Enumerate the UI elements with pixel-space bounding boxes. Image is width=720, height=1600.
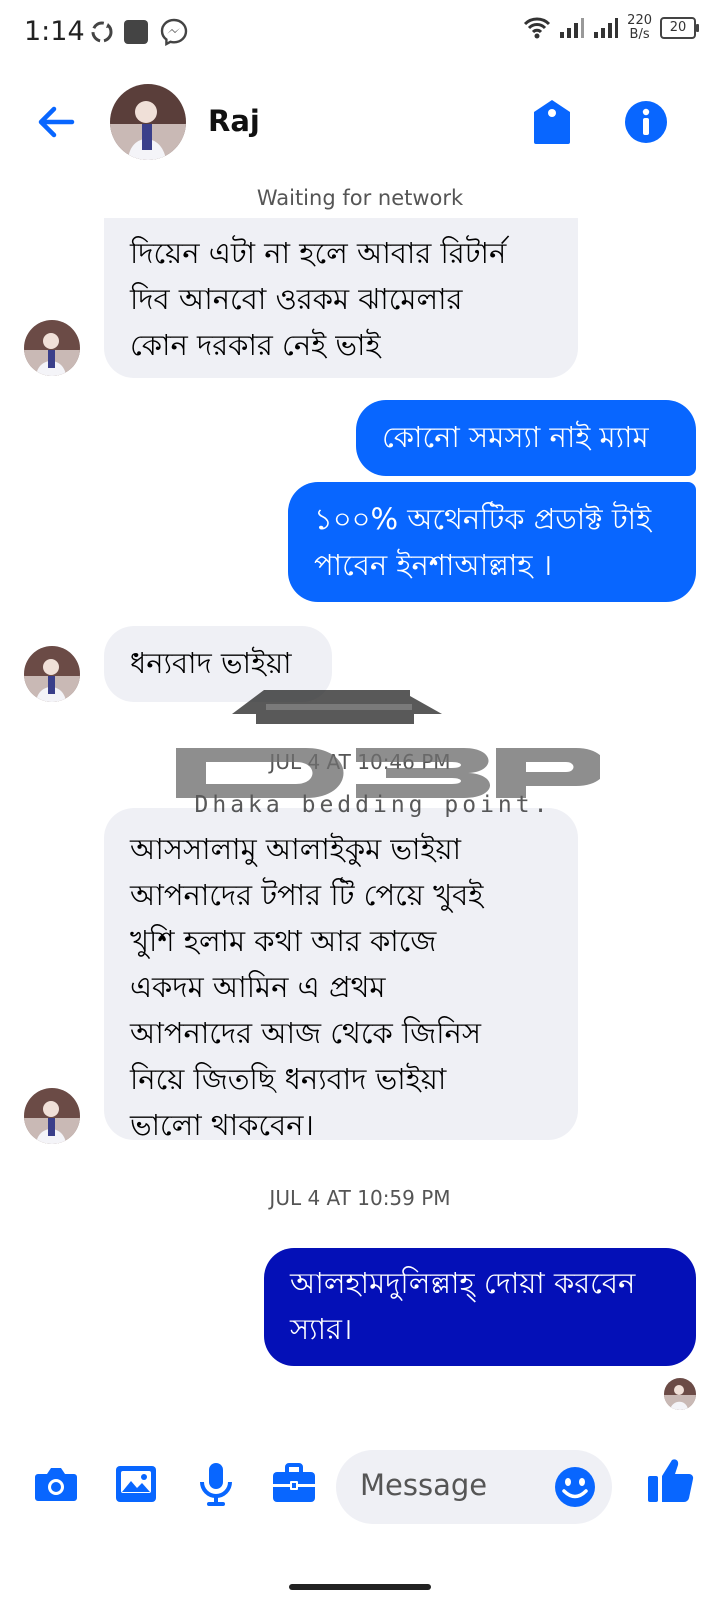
message-line: আসসালামু আলাইকুম ভাইয়া bbox=[130, 832, 462, 866]
message-bubble-outgoing[interactable]: আলহামদুলিল্লাহ্‌ দোয়া করবেন স্যার। bbox=[264, 1248, 696, 1366]
message-line: স্যার। bbox=[290, 1312, 353, 1346]
tag-icon[interactable] bbox=[530, 98, 574, 146]
message-line: কোন দরকার নেই ভাই bbox=[130, 328, 381, 362]
message-line: খুশি হলাম কথা আর কাজে bbox=[130, 924, 437, 958]
message-line: দিয়েন এটা না হলে আবার রিটার্ন bbox=[130, 236, 507, 270]
message-line: ভালো থাকবেন। bbox=[130, 1108, 314, 1142]
message-line: একদম আমিন এ প্রথম bbox=[130, 970, 386, 1004]
home-indicator[interactable] bbox=[289, 1584, 431, 1590]
emoji-icon[interactable] bbox=[554, 1466, 596, 1508]
status-time: 1:14 bbox=[24, 16, 85, 47]
signal-sim1-icon bbox=[560, 18, 585, 38]
microphone-icon[interactable] bbox=[192, 1460, 240, 1508]
network-speed-unit: B/s bbox=[629, 27, 650, 42]
message-line: আপনাদের আজ থেকে জিনিস bbox=[130, 1016, 481, 1050]
contact-avatar[interactable] bbox=[110, 84, 186, 160]
message-composer: Message bbox=[0, 1430, 720, 1540]
message-line: ১০০% অথেনটিক প্রডাক্ট টাই bbox=[314, 502, 652, 536]
contact-avatar-small[interactable] bbox=[24, 1088, 80, 1144]
seen-receipt-avatar bbox=[664, 1378, 696, 1410]
watermark-logo: Dhaka bedding point. bbox=[146, 670, 606, 830]
contact-avatar-small[interactable] bbox=[24, 646, 80, 702]
messenger-icon bbox=[160, 18, 188, 46]
contact-avatar-small[interactable] bbox=[24, 320, 80, 376]
message-line: পাবেন ইনশাআল্লাহ । bbox=[314, 548, 553, 582]
message-input[interactable]: Message bbox=[336, 1450, 612, 1524]
camera-icon[interactable] bbox=[32, 1460, 80, 1508]
message-bubble-incoming[interactable]: আসসালামু আলাইকুম ভাইয়া আপনাদের টপার টি … bbox=[104, 808, 578, 1142]
wifi-icon bbox=[524, 17, 551, 39]
message-bubble-outgoing[interactable]: কোনো সমস্যা নাই ম্যাম bbox=[356, 400, 696, 476]
message-bubble-incoming[interactable]: দিয়েন এটা না হলে আবার রিটার্ন দিব আনবো … bbox=[104, 218, 578, 378]
contact-name[interactable]: Raj bbox=[208, 104, 260, 138]
chat-header: Raj bbox=[0, 72, 720, 172]
message-line: নিয়ে জিতছি ধন্যবাদ ভাইয়া bbox=[130, 1062, 447, 1096]
briefcase-icon[interactable] bbox=[270, 1460, 318, 1508]
info-icon[interactable] bbox=[622, 98, 670, 146]
message-line: আলহামদুলিল্লাহ্‌ দোয়া করবেন bbox=[290, 1266, 636, 1300]
network-speed: 220 B/s bbox=[627, 14, 652, 42]
network-speed-value: 220 bbox=[627, 13, 652, 28]
battery-indicator: 20 bbox=[660, 17, 699, 39]
back-arrow-icon[interactable] bbox=[32, 98, 80, 146]
message-line: কোনো সমস্যা নাই ম্যাম bbox=[382, 420, 649, 454]
status-bar: 1:14 220 B/s 20 bbox=[0, 0, 720, 66]
watermark-tagline: Dhaka bedding point. bbox=[194, 792, 552, 818]
app-square-icon bbox=[124, 20, 148, 44]
message-input-placeholder: Message bbox=[360, 1468, 488, 1502]
sync-icon bbox=[91, 21, 113, 43]
message-line: দিব আনবো ওরকম ঝামেলার bbox=[130, 282, 463, 316]
message-bubble-outgoing[interactable]: ১০০% অথেনটিক প্রডাক্ট টাই পাবেন ইনশাআল্ল… bbox=[288, 482, 696, 602]
image-icon[interactable] bbox=[112, 1460, 160, 1508]
signal-sim2-icon bbox=[594, 18, 619, 38]
network-status-banner: Waiting for network bbox=[256, 186, 464, 210]
message-line: আপনাদের টপার টি পেয়ে খুবই bbox=[130, 878, 484, 912]
thumbs-up-icon[interactable] bbox=[644, 1454, 696, 1506]
timestamp-divider: JUL 4 AT 10:59 PM bbox=[269, 1186, 451, 1210]
